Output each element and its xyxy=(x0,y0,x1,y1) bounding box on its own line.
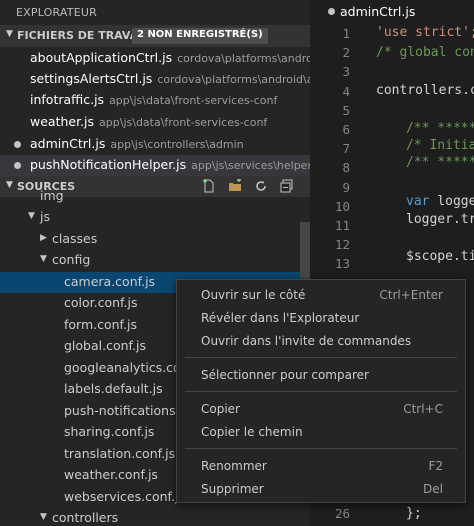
menu-item-label: Copier xyxy=(201,402,240,416)
tree-label: js xyxy=(40,209,50,224)
line-number: 13 xyxy=(334,256,350,272)
line-number: 1 xyxy=(342,26,350,41)
line-number: 26 xyxy=(334,506,350,521)
menu-item-label: Ouvrir sur le côté xyxy=(201,288,306,302)
line-number: 12 xyxy=(334,237,350,253)
working-file-name: settingsAlertsCtrl.js cordova\platforms\a… xyxy=(30,71,310,86)
code-line: /** ***** xyxy=(406,155,474,170)
menu-separator xyxy=(185,357,457,358)
menu-item-open-in-terminal[interactable]: Ouvrir dans l'invite de commandes xyxy=(177,330,465,352)
line-number: 7 xyxy=(342,141,350,157)
menu-item-shortcut: Ctrl+Enter xyxy=(379,288,443,302)
line-number: 11 xyxy=(334,218,350,233)
menu-item-select-for-compare[interactable]: Sélectionner pour comparer xyxy=(177,364,465,386)
code-line: var logger xyxy=(406,194,474,209)
working-file-item[interactable]: aboutApplicationCtrl.js cordova\platforms… xyxy=(0,48,310,69)
working-file-name: infotraffic.js app\js\data\front-services… xyxy=(30,92,278,107)
line-number: 8 xyxy=(342,160,350,176)
code-line: /* global con xyxy=(376,45,474,60)
working-file-path: app\js\controllers\admin xyxy=(110,138,244,151)
code-line: 'use strict'; xyxy=(376,25,474,40)
chevron-down-icon: ▼ xyxy=(40,254,47,264)
working-file-path: app\js\data\front-services-conf xyxy=(109,94,278,107)
unsaved-dot-icon xyxy=(328,8,335,15)
working-file-name: pushNotificationHelper.js app\js\services… xyxy=(30,157,310,172)
working-file-item[interactable]: infotraffic.js app\js\data\front-services… xyxy=(0,90,310,111)
tree-label: translation.conf.js xyxy=(64,446,176,461)
tree-label: controllers xyxy=(52,510,119,525)
working-file-item[interactable]: settingsAlertsCtrl.js cordova\platforms\a… xyxy=(0,69,310,90)
working-file-item[interactable]: weather.js app\js\data\front-services-con… xyxy=(0,112,310,133)
working-file-item-dirty[interactable]: adminCtrl.js app\js\controllers\admin xyxy=(0,134,310,155)
unsaved-dot-icon xyxy=(14,141,21,148)
tree-label: labels.default.js xyxy=(64,381,163,396)
code-line: logger.tr xyxy=(406,212,474,227)
line-number: 4 xyxy=(342,83,350,99)
menu-item-open-to-side[interactable]: Ouvrir sur le côté Ctrl+Enter xyxy=(177,284,465,306)
tree-folder-js[interactable]: ▼ js xyxy=(0,207,300,228)
working-file-name: aboutApplicationCtrl.js cordova\platforms… xyxy=(30,50,310,65)
working-file-path: app\js\services\helper xyxy=(191,159,310,172)
unsaved-badge: 2 NON ENREGISTRÉ(S) xyxy=(132,28,268,44)
explorer-title: EXPLORATEUR xyxy=(16,6,97,19)
working-file-path: app\js\data\front-services-conf xyxy=(99,116,268,129)
menu-item-shortcut: Ctrl+C xyxy=(403,402,443,416)
menu-separator xyxy=(185,448,457,449)
menu-item-shortcut: F2 xyxy=(428,459,443,473)
line-number: 10 xyxy=(334,198,350,214)
menu-item-reveal-in-explorer[interactable]: Révéler dans l'Explorateur xyxy=(177,307,465,329)
menu-item-label: Renommer xyxy=(201,459,267,473)
tree-label: weather.conf.js xyxy=(64,467,158,482)
tree-label: classes xyxy=(52,231,98,246)
chevron-down-icon: ▼ xyxy=(6,29,13,39)
context-menu: Ouvrir sur le côté Ctrl+Enter Révéler da… xyxy=(176,279,466,503)
working-file-item-dirty[interactable]: pushNotificationHelper.js app\js\services… xyxy=(0,155,310,176)
code-line: controllers.c xyxy=(376,83,474,98)
line-number: 9 xyxy=(342,179,350,195)
tree-label: config xyxy=(52,252,91,267)
working-file-path: cordova\platforms\android\... xyxy=(177,52,310,65)
working-file-name: adminCtrl.js app\js\controllers\admin xyxy=(30,136,244,151)
tree-label: img xyxy=(40,188,64,203)
unsaved-dot-icon xyxy=(14,162,21,169)
working-file-path: cordova\platforms\android\asse... xyxy=(157,73,310,86)
menu-item-label: Sélectionner pour comparer xyxy=(201,368,369,382)
line-number: 2 xyxy=(342,45,350,61)
menu-item-label: Révéler dans l'Explorateur xyxy=(201,311,360,325)
menu-separator xyxy=(185,391,457,392)
menu-item-label: Ouvrir dans l'invite de commandes xyxy=(201,334,412,348)
menu-item-shortcut: Del xyxy=(423,482,443,496)
editor-tab-label: adminCtrl.js xyxy=(340,4,416,19)
tree-folder-classes[interactable]: ▶ classes xyxy=(0,229,300,250)
line-number: 5 xyxy=(342,102,350,118)
menu-item-copy[interactable]: Copier Ctrl+C xyxy=(177,398,465,420)
chevron-down-icon: ▼ xyxy=(40,512,47,522)
code-line: }; xyxy=(406,506,422,521)
menu-item-label: Supprimer xyxy=(201,482,264,496)
chevron-right-icon: ▶ xyxy=(40,233,47,243)
tree-label: global.conf.js xyxy=(64,338,146,353)
line-number: 6 xyxy=(342,122,350,137)
working-files-header[interactable]: ▼ FICHIERS DE TRAVAIL 2 NON ENREGISTRÉ(S… xyxy=(0,25,310,47)
menu-item-label: Copier le chemin xyxy=(201,425,303,439)
editor-tab[interactable]: adminCtrl.js xyxy=(310,0,474,24)
tree-folder-controllers[interactable]: ▼ controllers xyxy=(0,508,300,526)
menu-item-delete[interactable]: Supprimer Del xyxy=(177,478,465,500)
tree-label: webservices.conf.js xyxy=(64,489,186,504)
chevron-down-icon: ▼ xyxy=(28,211,35,221)
working-file-name: weather.js app\js\data\front-services-con… xyxy=(30,114,268,129)
menu-item-rename[interactable]: Renommer F2 xyxy=(177,455,465,477)
tree-label: color.conf.js xyxy=(64,295,138,310)
tree-label: camera.conf.js xyxy=(64,274,156,289)
chevron-down-icon: ▼ xyxy=(6,180,13,190)
working-files-label: FICHIERS DE TRAVAIL xyxy=(17,29,150,42)
code-line: /** ***** xyxy=(406,121,474,136)
code-line: $scope.ti xyxy=(406,249,474,264)
code-line: /* Initia xyxy=(406,138,474,153)
tree-folder-config[interactable]: ▼ config xyxy=(0,250,300,271)
menu-item-copy-path[interactable]: Copier le chemin xyxy=(177,421,465,443)
line-number: 3 xyxy=(342,64,350,80)
tree-label: sharing.conf.js xyxy=(64,424,155,439)
tree-label: form.conf.js xyxy=(64,317,138,332)
